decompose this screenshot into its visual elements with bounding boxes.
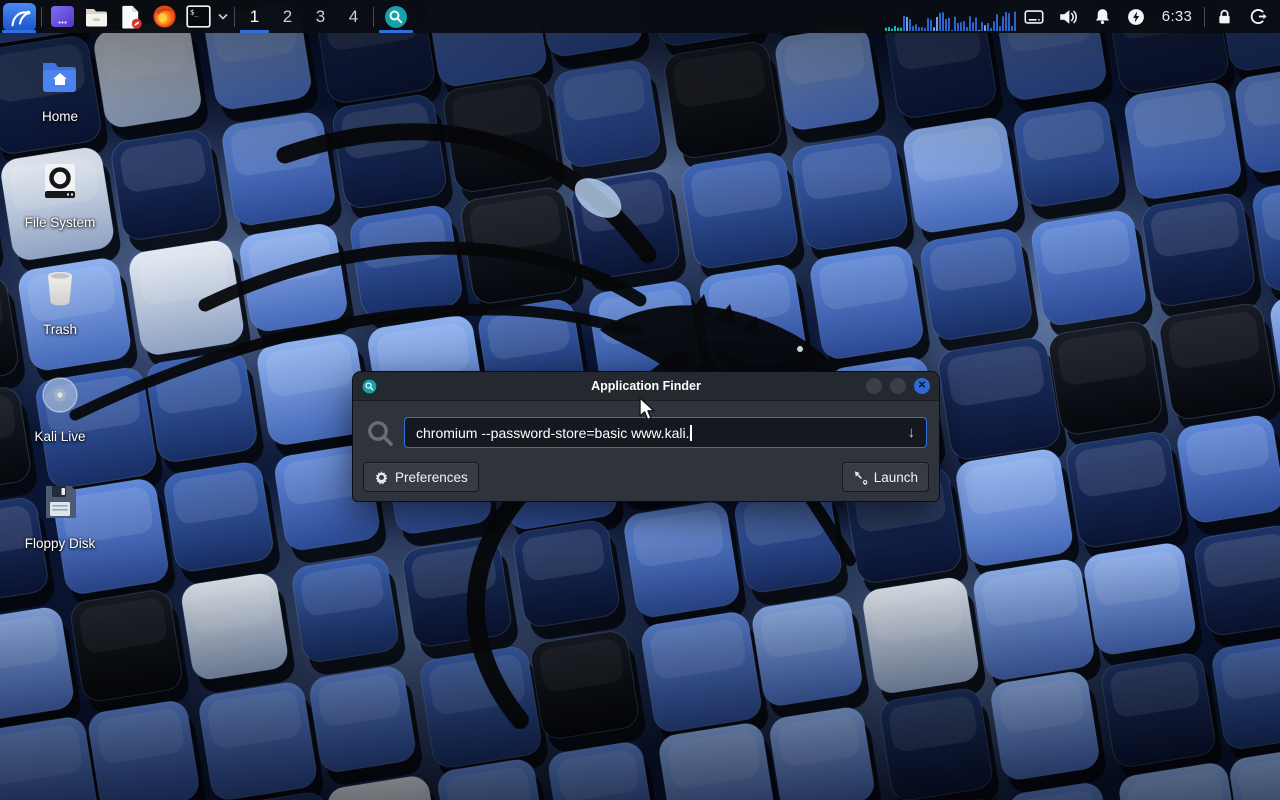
launcher-terminal[interactable]: $_: [181, 0, 215, 33]
application-finder-window: Application Finder ✕ chromium --password…: [352, 371, 940, 502]
file-system-drive-icon: [40, 161, 80, 201]
system-monitor-graph[interactable]: [885, 0, 1017, 33]
logout-icon: [1248, 6, 1269, 27]
launcher-text-editor[interactable]: [113, 0, 147, 33]
command-text: chromium --password-store=basic www.kali…: [416, 425, 689, 441]
application-finder-icon: [384, 5, 408, 29]
clock[interactable]: 6:33: [1153, 0, 1201, 33]
show-desktop-icon: [50, 5, 75, 28]
desktop-root: $_ 1 2 3 4: [0, 0, 1280, 800]
kali-logo-icon: [5, 4, 33, 30]
floppy-disk-icon: [40, 482, 80, 522]
volume-tray[interactable]: [1051, 0, 1085, 33]
active-underline: [240, 30, 269, 33]
launch-button[interactable]: Launch: [842, 462, 929, 492]
lock-screen-button[interactable]: [1208, 0, 1240, 33]
system-monitor-bars: [885, 0, 1017, 33]
logout-button[interactable]: [1240, 0, 1276, 33]
kali-menu-button[interactable]: [0, 0, 38, 33]
launch-icon: [853, 470, 868, 485]
launcher-firefox[interactable]: [147, 0, 181, 33]
launcher-file-manager[interactable]: [79, 0, 113, 33]
chevron-down-icon: [218, 13, 228, 20]
workspace-2[interactable]: 2: [271, 0, 304, 33]
svg-text:$_: $_: [190, 9, 199, 17]
bell-icon: [1092, 6, 1113, 27]
desktop-icon-kali-live[interactable]: Kali Live: [10, 375, 110, 444]
search-icon: [365, 418, 395, 448]
workspace-2-label: 2: [283, 7, 292, 27]
workspace-4-label: 4: [349, 7, 358, 27]
minimize-button[interactable]: [866, 378, 882, 394]
taskbar-application-finder[interactable]: [377, 0, 415, 33]
lock-icon: [1215, 7, 1234, 27]
maximize-button[interactable]: [890, 378, 906, 394]
launch-label: Launch: [874, 470, 918, 485]
command-input[interactable]: chromium --password-store=basic www.kali…: [404, 417, 927, 448]
active-underline: [2, 30, 36, 33]
clock-label: 6:33: [1162, 8, 1192, 25]
window-icon: [362, 379, 377, 394]
power-manager-icon: [1126, 7, 1146, 27]
titlebar[interactable]: Application Finder ✕: [353, 372, 939, 401]
desktop-icon-label: Home: [10, 109, 110, 124]
workspace-1[interactable]: 1: [238, 0, 271, 33]
desktop-icon-label: Trash: [10, 322, 110, 337]
active-underline: [379, 30, 413, 33]
volume-icon: [1057, 6, 1079, 28]
file-manager-icon: [84, 5, 109, 28]
panel-separator: [373, 7, 374, 27]
desktop-icon-trash[interactable]: Trash: [10, 268, 110, 337]
desktop-icon-home[interactable]: Home: [10, 57, 110, 124]
launcher-chevron[interactable]: [215, 0, 231, 33]
workspace-1-label: 1: [250, 7, 259, 27]
notifications-tray[interactable]: [1085, 0, 1119, 33]
close-button[interactable]: ✕: [914, 378, 930, 394]
history-dropdown-arrow[interactable]: ↓: [908, 424, 916, 441]
kali-live-disc-icon: [40, 375, 80, 415]
desktop-icon-file-system[interactable]: File System: [10, 161, 110, 230]
display-settings-tray[interactable]: [1017, 0, 1051, 33]
terminal-icon: $_: [186, 5, 211, 28]
desktop-icon-floppy-disk[interactable]: Floppy Disk: [10, 482, 110, 551]
desktop-icon-label: Floppy Disk: [10, 536, 110, 551]
home-folder-icon: [39, 57, 81, 95]
power-manager-tray[interactable]: [1119, 0, 1153, 33]
panel-separator: [234, 7, 235, 27]
desktop-icon-label: File System: [10, 215, 110, 230]
desktop-icon-label: Kali Live: [10, 429, 110, 444]
workspace-4[interactable]: 4: [337, 0, 370, 33]
panel-separator: [1204, 7, 1205, 27]
window-title: Application Finder: [353, 379, 939, 393]
top-panel: $_ 1 2 3 4: [0, 0, 1280, 33]
workspace-3[interactable]: 3: [304, 0, 337, 33]
trash-icon: [40, 268, 80, 308]
preferences-button[interactable]: Preferences: [363, 462, 479, 492]
close-icon: ✕: [918, 381, 926, 391]
panel-separator: [41, 7, 42, 27]
workspace-3-label: 3: [316, 7, 325, 27]
display-icon: [1023, 6, 1045, 28]
text-caret: [690, 425, 692, 441]
preferences-label: Preferences: [395, 470, 468, 485]
text-editor-icon: [118, 4, 143, 29]
launcher-show-desktop[interactable]: [45, 0, 79, 33]
firefox-icon: [152, 4, 177, 29]
gear-icon: [374, 470, 389, 485]
